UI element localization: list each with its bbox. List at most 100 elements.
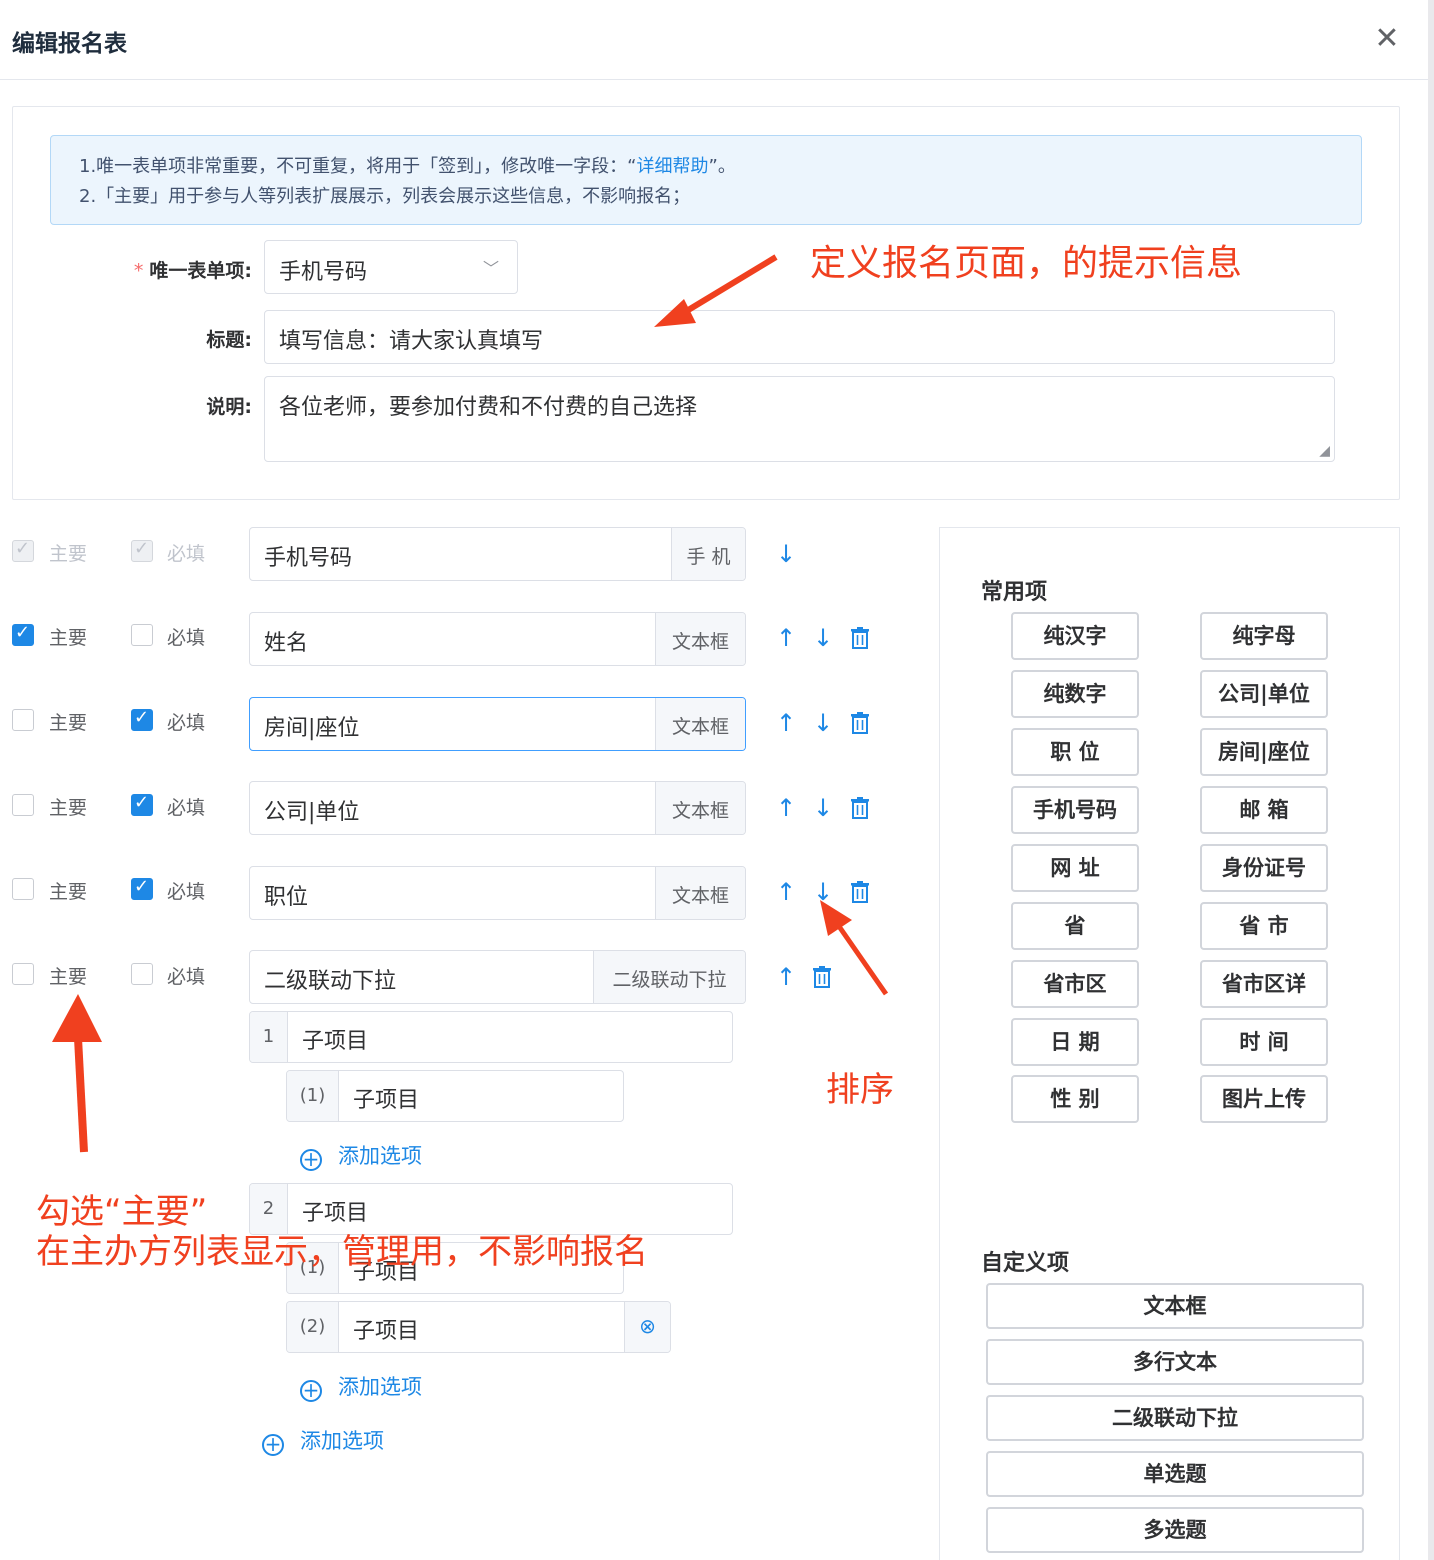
remove-circle-icon[interactable]: ⊗: [624, 1302, 670, 1352]
custom-item-button[interactable]: 多选题: [986, 1507, 1364, 1553]
row5-field-input[interactable]: 职位: [250, 867, 658, 919]
custom-item-button[interactable]: 单选题: [986, 1451, 1364, 1497]
row4-field-input[interactable]: 公司|单位: [250, 782, 658, 834]
move-down-icon[interactable]: ↓: [813, 796, 833, 820]
common-item-chip[interactable]: 省市区: [1011, 960, 1139, 1008]
common-item-chip[interactable]: 日 期: [1011, 1018, 1139, 1066]
common-item-chip[interactable]: 手机号码: [1011, 786, 1139, 834]
custom-item-button[interactable]: 多行文本: [986, 1339, 1364, 1385]
move-up-icon[interactable]: ↑: [776, 965, 796, 989]
trash-icon[interactable]: [851, 797, 869, 819]
row4-required-label: 必填: [167, 797, 206, 819]
common-item-chip[interactable]: 省 市: [1200, 902, 1328, 950]
close-icon[interactable]: ✕: [1370, 22, 1404, 56]
row3-main-checkbox[interactable]: [12, 709, 34, 731]
row4-main-label: 主要: [49, 797, 88, 819]
cascade-item-input[interactable]: 子项目: [288, 1012, 732, 1062]
dialog-header: 编辑报名表 ✕: [0, 0, 1428, 80]
row5-required-label: 必填: [167, 881, 206, 903]
annotation-header-hint: 定义报名页面，的提示信息: [810, 243, 1243, 284]
row5-field: 职位 文本框: [249, 866, 746, 920]
row6-main-label: 主要: [49, 966, 88, 988]
row5-required-checkbox[interactable]: ✓: [131, 876, 153, 900]
add-option-button[interactable]: + 添加选项: [262, 1425, 384, 1456]
cascade-item-input[interactable]: 子项目: [339, 1302, 623, 1352]
row4-field: 公司|单位 文本框: [249, 781, 746, 835]
add-option-button[interactable]: + 添加选项: [300, 1140, 422, 1171]
window-edge: [1428, 0, 1434, 1560]
move-up-icon[interactable]: ↑: [776, 880, 796, 904]
row3-field: 房间|座位 文本框: [249, 697, 746, 751]
common-item-chip[interactable]: 房间|座位: [1200, 728, 1328, 776]
unique-label-text: 唯一表单项:: [149, 260, 252, 282]
move-up-icon[interactable]: ↑: [776, 626, 796, 650]
row4-field-type: 文本框: [655, 782, 745, 834]
title-input[interactable]: 填写信息：请大家认真填写: [264, 310, 1335, 364]
row2-field: 姓名 文本框: [249, 612, 746, 666]
common-item-chip[interactable]: 性 别: [1011, 1075, 1139, 1123]
trash-icon[interactable]: [851, 712, 869, 734]
custom-item-button[interactable]: 二级联动下拉: [986, 1395, 1364, 1441]
cascade-index: (2): [287, 1302, 339, 1352]
move-up-icon[interactable]: ↑: [776, 711, 796, 735]
common-item-chip[interactable]: 纯字母: [1200, 612, 1328, 660]
row1-field: 手机号码 手 机: [249, 527, 746, 581]
add-option-label: 添加选项: [300, 1429, 384, 1453]
custom-items-title: 自定义项: [981, 1251, 1070, 1276]
row6-field-type: 二级联动下拉: [593, 951, 745, 1003]
common-item-chip[interactable]: 网 址: [1011, 844, 1139, 892]
cascade-index: (1): [287, 1071, 339, 1121]
row5-main-checkbox[interactable]: [12, 878, 34, 900]
row2-main-checkbox[interactable]: ✓: [12, 622, 34, 646]
row5-field-type: 文本框: [655, 867, 745, 919]
help-link[interactable]: 详细帮助: [637, 156, 709, 177]
move-down-icon[interactable]: ↓: [813, 711, 833, 735]
cascade-item-input[interactable]: 子项目: [339, 1071, 623, 1121]
annotation-main-hint: 勾选“主要” 在主办方列表显示，管理用，不影响报名: [36, 1192, 648, 1272]
common-item-chip[interactable]: 身份证号: [1200, 844, 1328, 892]
row6-field-input[interactable]: 二级联动下拉: [250, 951, 596, 1003]
unique-field-select[interactable]: 手机号码 ﹀: [264, 240, 518, 294]
annotation-sort-hint: 排序: [826, 1070, 894, 1110]
row4-main-checkbox[interactable]: [12, 794, 34, 816]
custom-item-button[interactable]: 文本框: [986, 1283, 1364, 1329]
add-option-button[interactable]: + 添加选项: [300, 1371, 422, 1402]
move-down-icon[interactable]: ↓: [776, 542, 796, 566]
move-up-icon[interactable]: ↑: [776, 796, 796, 820]
annotation-arrow: [52, 994, 102, 1153]
common-item-chip[interactable]: 省市区详: [1200, 960, 1328, 1008]
trash-icon[interactable]: [851, 627, 869, 649]
row1-main-label: 主要: [49, 543, 88, 565]
common-item-chip[interactable]: 时 间: [1200, 1018, 1328, 1066]
common-item-chip[interactable]: 邮 箱: [1200, 786, 1328, 834]
plus-circle-icon: +: [300, 1149, 322, 1171]
common-item-chip[interactable]: 职 位: [1011, 728, 1139, 776]
unique-field-value: 手机号码: [279, 260, 368, 285]
row1-required-checkbox[interactable]: ✓: [131, 538, 153, 562]
common-item-chip[interactable]: 省: [1011, 902, 1139, 950]
row3-required-label: 必填: [167, 712, 206, 734]
description-textarea[interactable]: 各位老师，要参加付费和不付费的自己选择 ◢: [264, 376, 1335, 462]
row2-main-label: 主要: [49, 627, 88, 649]
description-value: 各位老师，要参加付费和不付费的自己选择: [279, 395, 698, 420]
move-down-icon[interactable]: ↓: [813, 626, 833, 650]
common-item-chip[interactable]: 纯数字: [1011, 670, 1139, 718]
annotation-main-hint-line1: 勾选“主要”: [36, 1192, 208, 1232]
row1-main-checkbox[interactable]: ✓: [12, 538, 34, 562]
row6-main-checkbox[interactable]: [12, 963, 34, 985]
row6-required-checkbox[interactable]: [131, 963, 153, 985]
row3-field-input[interactable]: 房间|座位: [250, 698, 658, 750]
row1-field-input[interactable]: 手机号码: [250, 528, 674, 580]
notice-box: 1.唯一表单项非常重要，不可重复，将用于「签到」，修改唯一字段：“详细帮助”。 …: [50, 135, 1362, 225]
add-option-label: 添加选项: [338, 1144, 422, 1168]
row4-required-checkbox[interactable]: ✓: [131, 792, 153, 816]
row2-required-checkbox[interactable]: [131, 624, 153, 646]
common-item-chip[interactable]: 公司|单位: [1200, 670, 1328, 718]
common-item-chip[interactable]: 纯汉字: [1011, 612, 1139, 660]
row3-required-checkbox[interactable]: ✓: [131, 707, 153, 731]
plus-circle-icon: +: [262, 1434, 284, 1456]
common-item-chip[interactable]: 图片上传: [1200, 1075, 1328, 1123]
notice-line-2: 2.「主要」用于参与人等列表扩展展示，列表会展示这些信息，不影响报名；: [79, 186, 691, 207]
resize-handle-icon[interactable]: ◢: [1319, 443, 1330, 459]
row2-field-input[interactable]: 姓名: [250, 613, 658, 665]
